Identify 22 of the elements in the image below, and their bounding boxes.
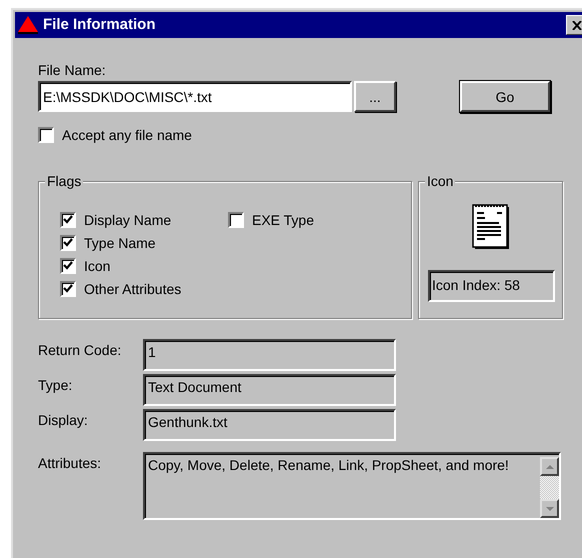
field-label: File Name: xyxy=(38,62,107,78)
group-title: Icon xyxy=(425,173,456,190)
checkbox-label: Other Attributes xyxy=(84,280,182,297)
read-only-field: Text Document xyxy=(143,374,396,406)
checkbox-label: Display Name xyxy=(84,212,172,228)
field-label: Type: xyxy=(38,376,74,396)
attributes-field: Copy, Move, Delete, Rename, Link, PropSheet, and more! xyxy=(143,452,561,520)
go-button[interactable]: Go xyxy=(460,81,550,112)
read-only-field: 1 xyxy=(143,339,396,372)
checkbox-label: EXE Type xyxy=(252,212,314,228)
checkbox-label: Accept any file name xyxy=(62,127,192,144)
browse-button[interactable]: ... xyxy=(354,81,396,112)
checkbox-label: Icon xyxy=(84,258,110,274)
group-title: Flags xyxy=(45,173,84,190)
checkbox-label: Type Name xyxy=(84,234,156,251)
field-label: Attributes: xyxy=(38,454,102,474)
read-only-field: Genthunk.txt xyxy=(143,409,396,442)
field-label: Display: xyxy=(38,411,89,430)
field-label: Return Code: xyxy=(38,341,122,360)
window-title: File Information xyxy=(43,16,156,34)
icon-index-field: Icon Index: 58 xyxy=(428,270,555,302)
file-name-field[interactable]: E:\MSSDK\DOC\MISC\*.txt xyxy=(38,81,352,112)
